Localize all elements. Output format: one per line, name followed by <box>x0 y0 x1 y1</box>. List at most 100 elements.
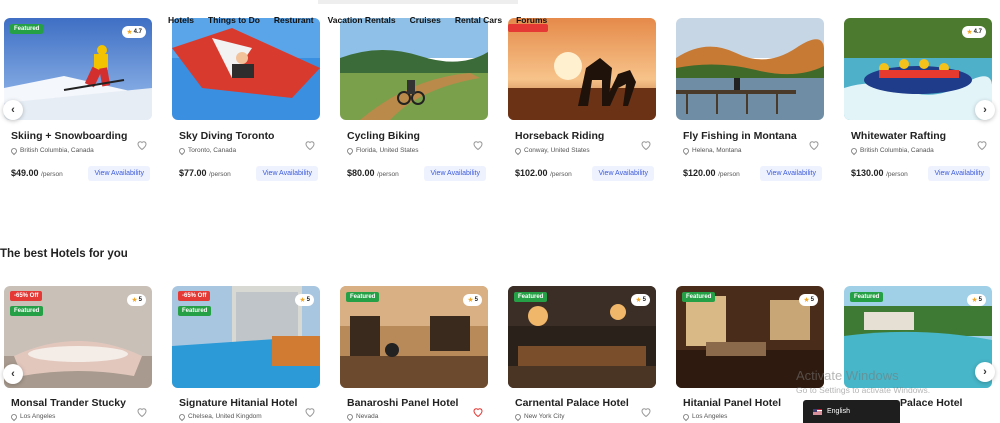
star-icon: ★ <box>635 297 642 304</box>
hotel-title[interactable]: Hitanial Panel Hotel <box>683 397 781 409</box>
activity-price: $49.00 /person <box>11 168 63 178</box>
activity-price: $77.00 /person <box>179 168 231 178</box>
heart-icon[interactable] <box>136 405 148 418</box>
hotel-title[interactable]: Signature Hitanial Hotel <box>179 397 297 409</box>
star-icon: ★ <box>803 297 810 304</box>
activity-card-skiing[interactable]: Featured ★ 4.7 Skiing + Snowboarding Brit… <box>4 18 154 181</box>
nav-hotels[interactable]: Hotels <box>168 15 194 25</box>
location-pin-icon <box>681 412 691 421</box>
nav-restaurant[interactable]: Resturant <box>274 15 314 25</box>
view-availability-button[interactable]: View Availability <box>424 166 486 181</box>
heart-icon[interactable] <box>304 138 316 151</box>
activity-image-skiing[interactable]: Featured ★ 4.7 <box>4 18 152 120</box>
carousel-prev-button[interactable]: ‹ <box>3 100 23 120</box>
activity-location: Helena, Montana <box>681 146 742 155</box>
rating-badge: ★ 5 <box>967 294 986 306</box>
rating-badge: ★ 5 <box>463 294 482 306</box>
hotels-section-title: The best Hotels for you <box>0 248 128 260</box>
language-selector[interactable]: English <box>803 400 900 423</box>
featured-badge: Featured <box>514 292 548 302</box>
hotel-card[interactable]: Featured ★ 5 Banaroshi Panel Hotel Nevada <box>340 286 490 421</box>
rating-badge: ★ 5 <box>799 294 818 306</box>
activity-card-fly-fishing[interactable]: Fly Fishing in Montana Helena, Montana $… <box>676 18 826 181</box>
carousel-prev-button[interactable]: ‹ <box>3 364 23 384</box>
hotel-location: Nevada <box>345 412 378 421</box>
carousel-next-button[interactable]: › <box>975 362 995 382</box>
heart-icon[interactable] <box>640 138 652 151</box>
location-pin-icon <box>9 412 19 421</box>
activity-location: British Columbia, Canada <box>849 146 934 155</box>
location-pin-icon <box>849 146 859 155</box>
heart-icon[interactable] <box>640 405 652 418</box>
hotel-title[interactable]: Monsal Trander Stucky <box>11 397 126 409</box>
activity-title[interactable]: Cycling Biking <box>347 130 420 142</box>
location-pin-icon <box>513 412 523 421</box>
hotel-title[interactable]: Palace Hotel <box>900 397 962 409</box>
rating-badge: ★ 5 <box>631 294 650 306</box>
hotel-card[interactable]: Featured ★ 5 Carnental Palace Hotel New Y… <box>508 286 658 421</box>
view-availability-button[interactable]: View Availability <box>88 166 150 181</box>
star-icon: ★ <box>971 297 978 304</box>
nav-forums[interactable]: Forums <box>516 15 547 25</box>
activity-image-rafting[interactable]: ★ 4.7 <box>844 18 992 120</box>
heart-icon[interactable] <box>472 138 484 151</box>
nav-divider <box>318 0 518 4</box>
view-availability-button[interactable]: View Availability <box>592 166 654 181</box>
activity-location: Florida, United States <box>345 146 419 155</box>
heart-icon[interactable] <box>136 138 148 151</box>
activity-title[interactable]: Skiing + Snowboarding <box>11 130 127 142</box>
rating-badge: ★ 5 <box>295 294 314 306</box>
hotel-image[interactable]: Featured ★ 5 <box>340 286 488 388</box>
hotel-card[interactable]: -65% Off Featured ★ 5 Signature Hitanial … <box>172 286 322 421</box>
location-pin-icon <box>345 146 355 155</box>
rating-badge: ★ 4.7 <box>962 26 986 38</box>
featured-badge: Featured <box>682 292 716 302</box>
windows-activation-watermark: Activate Windows Go to Settings to activ… <box>796 368 931 395</box>
hotel-image[interactable]: -65% Off Featured ★ 5 <box>172 286 320 388</box>
us-flag-icon <box>813 408 822 415</box>
heart-icon-active[interactable] <box>472 405 484 418</box>
location-pin-icon <box>177 146 187 155</box>
heart-icon[interactable] <box>304 405 316 418</box>
carousel-next-button[interactable]: › <box>975 100 995 120</box>
hotel-title[interactable]: Carnental Palace Hotel <box>515 397 629 409</box>
activity-price: $120.00 /person <box>683 168 740 178</box>
location-pin-icon <box>345 412 355 421</box>
hotel-image[interactable]: -65% Off Featured ★ 5 <box>4 286 152 388</box>
featured-badge: Featured <box>850 292 884 302</box>
location-pin-icon <box>681 146 691 155</box>
nav-vacation-rentals[interactable]: Vacation Rentals <box>328 15 396 25</box>
activity-title[interactable]: Fly Fishing in Montana <box>683 130 797 142</box>
nav-things-to-do[interactable]: Things to Do <box>208 15 260 25</box>
view-availability-button[interactable]: View Availability <box>256 166 318 181</box>
activity-price: $102.00 /person <box>515 168 572 178</box>
location-pin-icon <box>9 146 19 155</box>
view-availability-button[interactable]: View Availability <box>928 166 990 181</box>
star-icon: ★ <box>131 297 138 304</box>
hotel-location: Los Angeles <box>9 412 55 421</box>
activity-title[interactable]: Whitewater Rafting <box>851 130 946 142</box>
featured-badge: Featured <box>178 306 212 316</box>
heart-icon[interactable] <box>808 138 820 151</box>
activity-price: $130.00 /person <box>851 168 908 178</box>
activity-location: Toronto, Canada <box>177 146 236 155</box>
featured-badge: Featured <box>10 24 44 34</box>
activity-card-rafting[interactable]: ★ 4.7 Whitewater Rafting British Columbia… <box>844 18 994 181</box>
star-icon: ★ <box>467 297 474 304</box>
hotel-title[interactable]: Banaroshi Panel Hotel <box>347 397 458 409</box>
hotel-card[interactable]: -65% Off Featured ★ 5 Monsal Trander Stuc… <box>4 286 154 421</box>
activity-title[interactable]: Horseback Riding <box>515 130 604 142</box>
activity-title[interactable]: Sky Diving Toronto <box>179 130 274 142</box>
location-pin-icon <box>177 412 187 421</box>
star-icon: ★ <box>299 297 306 304</box>
rating-badge: ★ 4.7 <box>122 26 146 38</box>
heart-icon[interactable] <box>976 138 988 151</box>
activity-location: Conway, United States <box>513 146 590 155</box>
hotel-image[interactable]: Featured ★ 5 <box>508 286 656 388</box>
nav-rental-cars[interactable]: Rental Cars <box>455 15 502 25</box>
discount-badge: -65% Off <box>178 291 211 301</box>
nav-cruises[interactable]: Cruises <box>410 15 441 25</box>
activity-image-fly-fishing[interactable] <box>676 18 824 120</box>
view-availability-button[interactable]: View Availability <box>760 166 822 181</box>
star-icon: ★ <box>126 29 133 36</box>
